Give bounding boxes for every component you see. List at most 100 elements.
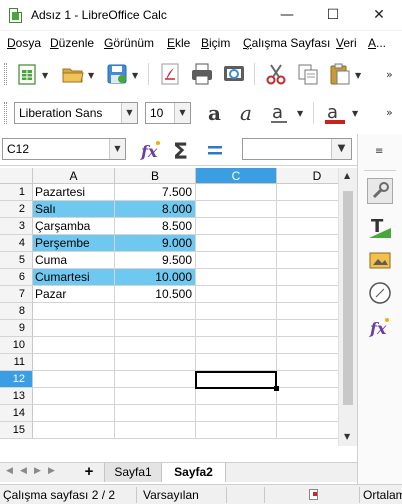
paste-icon[interactable] — [327, 61, 353, 87]
cell-c13[interactable] — [196, 388, 277, 405]
vertical-scrollbar[interactable]: ▲ ▼ — [338, 168, 357, 446]
scroll-up-icon[interactable]: ▲ — [344, 171, 350, 180]
row-header[interactable]: 14 — [0, 405, 33, 422]
toolbar-overflow-icon[interactable]: » — [386, 106, 393, 119]
save-dropdown-icon[interactable]: ▼ — [132, 71, 138, 80]
row-header[interactable]: 13 — [0, 388, 33, 405]
cell-c10[interactable] — [196, 337, 277, 354]
cell-b15[interactable] — [115, 422, 196, 439]
row-header[interactable]: 9 — [0, 320, 33, 337]
column-header-c[interactable]: C — [196, 168, 277, 184]
page-style-status[interactable]: Varsayılan — [143, 488, 199, 502]
open-folder-icon[interactable] — [60, 61, 86, 87]
navigator-icon[interactable] — [367, 280, 393, 306]
close-button[interactable]: ✕ — [356, 0, 402, 31]
cell-c6[interactable] — [196, 269, 277, 286]
italic-icon[interactable]: a — [235, 100, 261, 126]
chevron-down-icon[interactable]: ▼ — [174, 103, 190, 123]
cell-c2[interactable] — [196, 201, 277, 218]
menu-dosya[interactable]: Dosya — [7, 36, 41, 50]
font-name-box[interactable]: Liberation Sans ▼ — [14, 102, 138, 124]
row-header[interactable]: 15 — [0, 422, 33, 439]
cell-b8[interactable] — [115, 303, 196, 320]
first-sheet-icon[interactable]: ◀ — [6, 466, 13, 476]
cell-c5[interactable] — [196, 252, 277, 269]
cell-a8[interactable] — [33, 303, 115, 320]
select-all-corner[interactable] — [0, 168, 33, 184]
cell-b10[interactable] — [115, 337, 196, 354]
export-pdf-icon[interactable] — [157, 61, 183, 87]
new-spreadsheet-icon[interactable] — [14, 61, 40, 87]
open-dropdown-icon[interactable]: ▼ — [88, 71, 94, 80]
cell-a12[interactable] — [33, 371, 115, 388]
print-preview-icon[interactable] — [221, 61, 247, 87]
font-color-dropdown-icon[interactable]: ▼ — [352, 109, 358, 118]
menu-gorunum[interactable]: Görünüm — [104, 36, 154, 50]
cell-b6[interactable]: 10.000 — [115, 269, 196, 286]
cell-b7[interactable]: 10.500 — [115, 286, 196, 303]
menu-calisma-sayfasi[interactable]: Çalışma Sayfası — [243, 36, 330, 50]
row-header[interactable]: 1 — [0, 184, 33, 201]
cell-c8[interactable] — [196, 303, 277, 320]
maximize-button[interactable]: ☐ — [310, 0, 356, 31]
row-header[interactable]: 2 — [0, 201, 33, 218]
tab-sayfa1[interactable]: Sayfa1 — [104, 463, 162, 482]
cell-c9[interactable] — [196, 320, 277, 337]
row-header[interactable]: 3 — [0, 218, 33, 235]
name-box[interactable]: C12 ▼ — [2, 138, 126, 160]
cell-a2[interactable]: Salı — [33, 201, 115, 218]
cell-a6[interactable]: Cumartesi — [33, 269, 115, 286]
font-color-icon[interactable]: a — [322, 100, 348, 126]
row-header[interactable]: 7 — [0, 286, 33, 303]
cell-a1[interactable]: Pazartesi — [33, 184, 115, 201]
function-wizard-icon[interactable]: fx — [138, 137, 164, 163]
formula-input[interactable]: ▼ — [242, 138, 352, 160]
cell-b9[interactable] — [115, 320, 196, 337]
cell-a13[interactable] — [33, 388, 115, 405]
row-header[interactable]: 10 — [0, 337, 33, 354]
formula-icon[interactable] — [202, 137, 228, 163]
minimize-button[interactable]: — — [264, 0, 310, 31]
cell-c15[interactable] — [196, 422, 277, 439]
menu-veri[interactable]: Veri — [336, 36, 357, 50]
underline-icon[interactable]: a — [267, 100, 293, 126]
add-sheet-button[interactable]: + — [78, 463, 100, 482]
row-header[interactable]: 5 — [0, 252, 33, 269]
cell-b14[interactable] — [115, 405, 196, 422]
scroll-down-icon[interactable]: ▼ — [344, 432, 350, 441]
row-header[interactable]: 11 — [0, 354, 33, 371]
cell-b1[interactable]: 7.500 — [115, 184, 196, 201]
underline-dropdown-icon[interactable]: ▼ — [297, 109, 303, 118]
cell-a15[interactable] — [33, 422, 115, 439]
menu-duzenle[interactable]: Düzenle — [50, 36, 94, 50]
menu-bicim[interactable]: Biçim — [201, 36, 230, 50]
row-header[interactable]: 6 — [0, 269, 33, 286]
tab-sayfa2[interactable]: Sayfa2 — [162, 463, 226, 482]
toolbar-handle[interactable] — [4, 102, 7, 124]
cell-a11[interactable] — [33, 354, 115, 371]
bold-icon[interactable]: a — [203, 100, 229, 126]
last-sheet-icon[interactable]: ▶ — [48, 466, 55, 476]
cell-c11[interactable] — [196, 354, 277, 371]
row-header[interactable]: 12 — [0, 371, 33, 388]
cell-b11[interactable] — [115, 354, 196, 371]
row-header[interactable]: 4 — [0, 235, 33, 252]
cut-icon[interactable] — [263, 61, 289, 87]
properties-icon[interactable] — [367, 178, 393, 204]
chevron-down-icon[interactable]: ▼ — [121, 103, 137, 123]
cell-a5[interactable]: Cuma — [33, 252, 115, 269]
copy-icon[interactable] — [295, 61, 321, 87]
cell-c14[interactable] — [196, 405, 277, 422]
sum-icon[interactable]: Σ — [170, 137, 196, 165]
cell-b3[interactable]: 8.500 — [115, 218, 196, 235]
toolbar-overflow-icon[interactable]: » — [386, 68, 393, 81]
cell-b12[interactable] — [115, 371, 196, 388]
previous-sheet-icon[interactable]: ◀ — [20, 466, 27, 476]
gallery-icon[interactable] — [367, 246, 393, 272]
sidebar-menu-icon[interactable]: ≡ — [375, 146, 383, 157]
cell-a14[interactable] — [33, 405, 115, 422]
row-header[interactable]: 8 — [0, 303, 33, 320]
column-header-b[interactable]: B — [115, 168, 196, 184]
cell-a3[interactable]: Çarşamba — [33, 218, 115, 235]
cell-a4[interactable]: Perşembe — [33, 235, 115, 252]
